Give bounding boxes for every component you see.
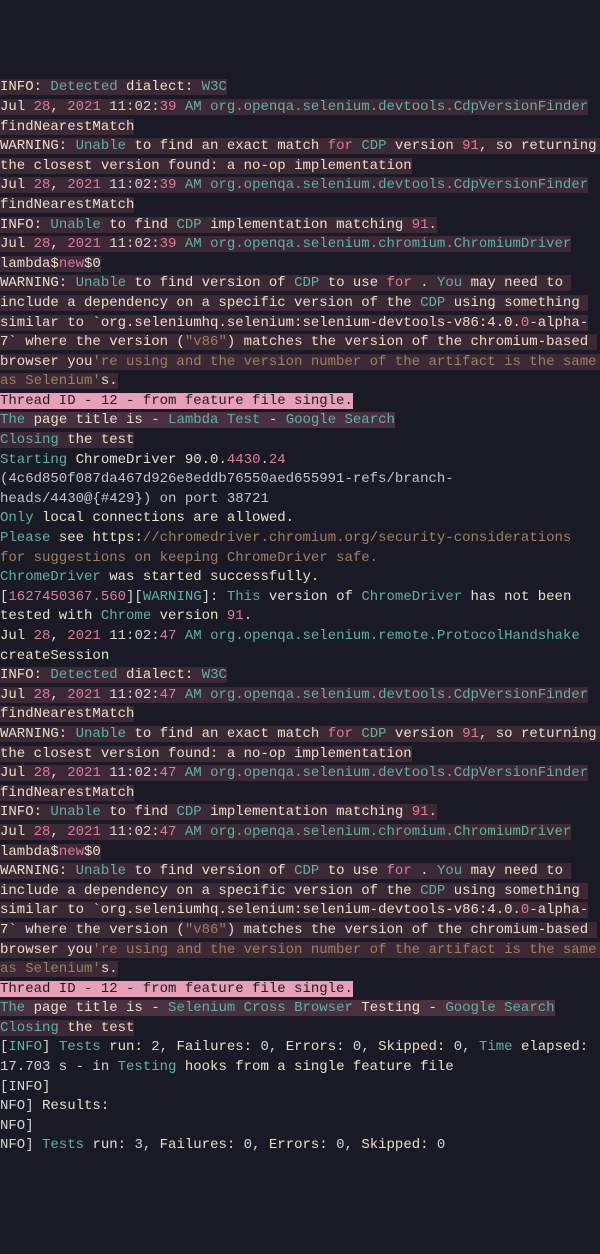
log-line: [1627450367.560][WARNING]: This version … [0, 588, 600, 627]
thread-line: Thread ID - 12 - from feature file singl… [0, 392, 600, 412]
log-line: NFO] [0, 1117, 600, 1137]
log-line: INFO: Unable to find CDP implementation … [0, 803, 600, 823]
log-line: Jul 28, 2021 11:02:39 AM org.openqa.sele… [0, 176, 600, 196]
log-line: Only local connections are allowed. [0, 509, 600, 529]
log-line: [INFO] Tests run: 2, Failures: 0, Errors… [0, 1038, 600, 1077]
console-output[interactable]: INFO: Detected dialect: W3CJul 28, 2021 … [0, 78, 600, 1156]
log-line: The page title is - Selenium Cross Brows… [0, 999, 600, 1019]
log-line: NFO] Results: [0, 1097, 600, 1117]
log-line: Closing the test [0, 1019, 600, 1039]
log-line: WARNING: Unable to find version of CDP t… [0, 274, 600, 392]
log-line: INFO: Detected dialect: W3C [0, 78, 600, 98]
log-line: Closing the test [0, 431, 600, 451]
log-line: Starting ChromeDriver 90.0.4430.24 [0, 451, 600, 471]
thread-line: Thread ID - 12 - from feature file singl… [0, 980, 600, 1000]
log-line: findNearestMatch [0, 118, 600, 138]
log-line: [INFO] [0, 1078, 600, 1098]
log-line: ChromeDriver was started successfully. [0, 568, 600, 588]
log-line: Jul 28, 2021 11:02:39 AM org.openqa.sele… [0, 235, 600, 255]
log-line: NFO] Tests run: 3, Failures: 0, Errors: … [0, 1136, 600, 1156]
log-line: Jul 28, 2021 11:02:47 AM org.openqa.sele… [0, 823, 600, 843]
log-line: Jul 28, 2021 11:02:47 AM org.openqa.sele… [0, 686, 600, 706]
log-line: WARNING: Unable to find an exact match f… [0, 137, 600, 176]
log-line: INFO: Detected dialect: W3C [0, 666, 600, 686]
log-line: The page title is - Lambda Test - Google… [0, 411, 600, 431]
log-line: findNearestMatch [0, 705, 600, 725]
log-line: lambda$new$0 [0, 843, 600, 863]
log-line: Jul 28, 2021 11:02:47 AM org.openqa.sele… [0, 764, 600, 784]
log-line: WARNING: Unable to find version of CDP t… [0, 862, 600, 980]
log-line: lambda$new$0 [0, 255, 600, 275]
log-line: (4c6d850f087da467d926e8eddb76550aed65599… [0, 470, 600, 509]
log-line: INFO: Unable to find CDP implementation … [0, 216, 600, 236]
log-line: Jul 28, 2021 11:02:39 AM org.openqa.sele… [0, 98, 600, 118]
log-line: Please see https://chromedriver.chromium… [0, 529, 600, 568]
log-line: WARNING: Unable to find an exact match f… [0, 725, 600, 764]
log-line: Jul 28, 2021 11:02:47 AM org.openqa.sele… [0, 627, 600, 647]
log-line: findNearestMatch [0, 784, 600, 804]
log-line: createSession [0, 647, 600, 667]
log-line: findNearestMatch [0, 196, 600, 216]
